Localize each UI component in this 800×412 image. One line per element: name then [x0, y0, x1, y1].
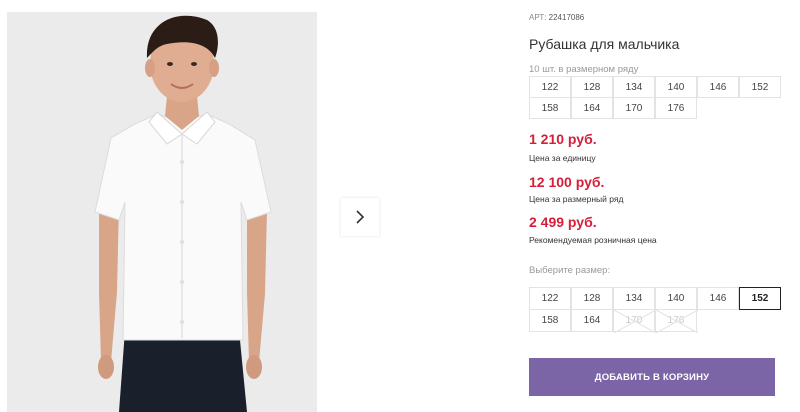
size-range-cell: 134 [613, 76, 655, 98]
size-range-cell: 170 [613, 97, 655, 119]
size-option-selected[interactable]: 152 [739, 287, 781, 310]
product-photo[interactable] [7, 12, 317, 412]
size-range-cell: 176 [655, 97, 697, 119]
boy-shirt-illustration [94, 15, 272, 412]
size-range-cell: 146 [697, 76, 739, 98]
size-range-cell: 158 [529, 97, 571, 119]
size-range-cell: 122 [529, 76, 571, 98]
add-to-cart-button[interactable]: ДОБАВИТЬ В КОРЗИНУ [529, 358, 775, 396]
size-option-available[interactable]: 158 [529, 309, 571, 332]
size-option-label: 122 [541, 293, 559, 304]
size-range-cell: 128 [571, 76, 613, 98]
size-option-available[interactable]: 146 [697, 287, 739, 310]
size-option-label: 152 [751, 293, 769, 304]
product-gallery [0, 0, 495, 412]
size-option-available[interactable]: 134 [613, 287, 655, 310]
gallery-next-button[interactable] [341, 198, 379, 236]
article-number: АРТ: 22417086 [529, 13, 584, 22]
size-range-cell: 140 [655, 76, 697, 98]
size-option-label: 158 [541, 315, 559, 326]
size-range-hint: 10 шт. в размерном ряду [529, 64, 639, 75]
range-price: 12 100 руб. [529, 174, 605, 190]
size-range-grid: 122 128 134 140 146 152 158 164 170 176 [529, 76, 781, 119]
size-select-grid: 122 128 134 140 146 152 158 164 170176 [529, 287, 781, 333]
size-option-label: 134 [625, 293, 643, 304]
retail-price-label: Рекомендуемая розничная цена [529, 235, 657, 245]
size-option-available[interactable]: 140 [655, 287, 697, 310]
size-option-label: 128 [583, 293, 601, 304]
size-option-unavailable: 176 [655, 309, 698, 333]
size-option-label: 146 [709, 293, 727, 304]
article-label: АРТ: [529, 13, 547, 22]
chevron-right-icon [356, 210, 365, 224]
retail-price: 2 499 руб. [529, 214, 597, 230]
size-option-available[interactable]: 122 [529, 287, 571, 310]
size-option-available[interactable]: 164 [571, 309, 613, 332]
range-price-label: Цена за размерный ряд [529, 194, 624, 204]
unit-price: 1 210 руб. [529, 131, 597, 147]
size-range-cell: 152 [739, 76, 781, 98]
size-range-cell: 164 [571, 97, 613, 119]
unavailable-cross-icon [614, 310, 656, 333]
size-select-label: Выберите размер: [529, 265, 611, 276]
unit-price-label: Цена за единицу [529, 153, 596, 163]
size-option-label: 164 [583, 315, 601, 326]
unavailable-cross-icon [656, 310, 698, 333]
size-option-available[interactable]: 128 [571, 287, 613, 310]
article-code: 22417086 [548, 13, 585, 22]
size-option-unavailable: 170 [613, 309, 656, 333]
size-option-label: 140 [667, 293, 685, 304]
product-title: Рубашка для мальчика [529, 36, 680, 52]
